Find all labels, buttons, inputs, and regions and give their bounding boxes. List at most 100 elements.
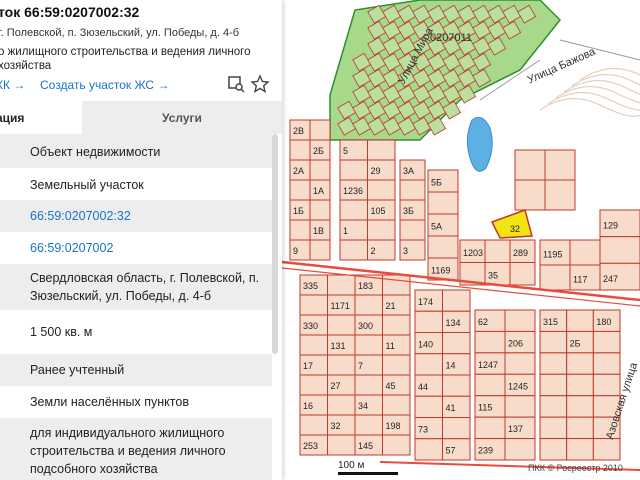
parcel-number: 1195 — [543, 250, 562, 260]
arrow-right-icon: → — [157, 78, 170, 92]
row-cadastral-quarter[interactable]: 66:59:0207002 — [0, 232, 272, 265]
parcel-number: 27 — [331, 381, 341, 391]
parcel-number: 3А — [403, 166, 414, 176]
row-object-kind: Земельный участок — [0, 168, 272, 201]
parcel-number: 145 — [358, 441, 373, 451]
selected-parcel-number: 32 — [510, 224, 520, 234]
row-value: Земли населённых пунктов — [30, 395, 189, 409]
parcel-number: 289 — [513, 248, 528, 258]
parcel — [354, 334, 383, 356]
parcel — [592, 373, 621, 397]
info-panel: ток 66:59:0207002:32 г. Полевской, п. Зю… — [0, 0, 282, 480]
parcel — [354, 294, 383, 316]
terrain-contour — [539, 97, 640, 117]
kk-link[interactable]: КК → — [0, 78, 25, 92]
parcel — [566, 352, 594, 375]
parcel-number: 73 — [418, 424, 428, 434]
parcel — [299, 334, 328, 356]
parcel — [427, 235, 459, 259]
parcel — [339, 199, 368, 221]
parcel-number: 17 — [303, 361, 313, 371]
parcel-number: 300 — [358, 321, 373, 331]
parcel — [382, 274, 411, 296]
parcel-number: 239 — [478, 446, 493, 456]
tab-services[interactable]: Услуги — [82, 101, 282, 134]
row-value[interactable]: 66:59:0207002:32 — [30, 207, 131, 225]
create-parcel-link[interactable]: Создать участок ЖС → — [40, 78, 169, 92]
row-cadastral-number[interactable]: 66:59:0207002:32 — [0, 200, 272, 233]
parcel — [367, 219, 396, 241]
row-value: Земельный участок — [30, 178, 144, 192]
parcel-number: 174 — [418, 297, 433, 307]
parcel-number: 247 — [603, 274, 618, 284]
parcel-number: 2Б — [570, 338, 581, 348]
parcel-number: 129 — [603, 221, 618, 231]
parcel — [484, 239, 511, 263]
parcel-number: 5А — [431, 221, 442, 231]
cadastral-number-title: ток 66:59:0207002:32 — [0, 4, 140, 20]
parcel-number: 1247 — [478, 360, 498, 370]
parcel — [414, 310, 443, 333]
purpose-short: о жилищного строительства и ведения личн… — [0, 46, 251, 72]
parcel — [474, 416, 506, 440]
parcel — [382, 354, 411, 376]
row-value[interactable]: 66:59:0207002 — [30, 239, 113, 257]
parcel — [566, 373, 594, 397]
parcel-number: 2А — [293, 166, 304, 176]
parcel — [592, 438, 621, 461]
parcel — [339, 239, 368, 261]
parcel-number: 29 — [371, 166, 381, 176]
parcel — [442, 374, 471, 397]
parcel-number: 57 — [446, 446, 456, 456]
parcel-number: 105 — [371, 206, 386, 216]
tab-information-label: ация — [0, 111, 25, 125]
tab-information[interactable]: ация — [0, 101, 82, 134]
parcel-number: 5 — [343, 146, 348, 156]
tab-services-label: Услуги — [162, 111, 202, 125]
parcel-number: 14 — [446, 361, 456, 371]
parcel-number: 2В — [293, 126, 304, 136]
parcel — [514, 149, 546, 181]
parcel — [309, 239, 331, 261]
parcel-number: 198 — [386, 421, 401, 431]
parcel — [569, 239, 601, 266]
parcel-number: 21 — [386, 301, 396, 311]
parcel — [354, 374, 383, 396]
parcel-number: 35 — [488, 270, 498, 280]
parcel-number: 183 — [358, 281, 373, 291]
parcel — [382, 434, 411, 456]
parcel — [566, 395, 594, 418]
star-icon[interactable] — [250, 74, 270, 94]
row-value: 1 500 кв. м — [30, 325, 93, 339]
parcel — [339, 159, 368, 181]
parcel-number: 253 — [303, 441, 318, 451]
parcel-number: 330 — [303, 321, 318, 331]
parcel-number: 16 — [303, 401, 313, 411]
search-map-icon[interactable] — [226, 74, 246, 94]
parcel — [327, 354, 356, 376]
parcel-number: 2Б — [313, 146, 324, 156]
parcel — [474, 330, 506, 354]
parcel — [539, 373, 568, 397]
kk-link-label: КК — [0, 78, 10, 92]
parcel — [382, 394, 411, 416]
parcel-number: 62 — [478, 317, 488, 327]
parcel-number: 45 — [386, 381, 396, 391]
parcel-number: 1169 — [431, 265, 450, 275]
parcel-number: 44 — [418, 382, 428, 392]
parcel-number: 32 — [331, 421, 341, 431]
parcel — [442, 417, 471, 440]
parcel — [592, 330, 621, 354]
parcel-number: 1203 — [463, 248, 483, 258]
parcel — [539, 416, 568, 440]
panel-scrollbar[interactable] — [272, 134, 278, 354]
parcel — [474, 373, 506, 397]
block-label: 0207011 — [430, 32, 473, 44]
parcel — [354, 414, 383, 436]
scale-bar: 100 м — [338, 460, 398, 475]
scale-line — [338, 472, 398, 475]
parcel — [566, 416, 594, 440]
parcel-number: 3Б — [403, 206, 414, 216]
row-permitted-use: для индивидуального жилищного строительс… — [0, 418, 272, 480]
parcel — [399, 179, 426, 201]
